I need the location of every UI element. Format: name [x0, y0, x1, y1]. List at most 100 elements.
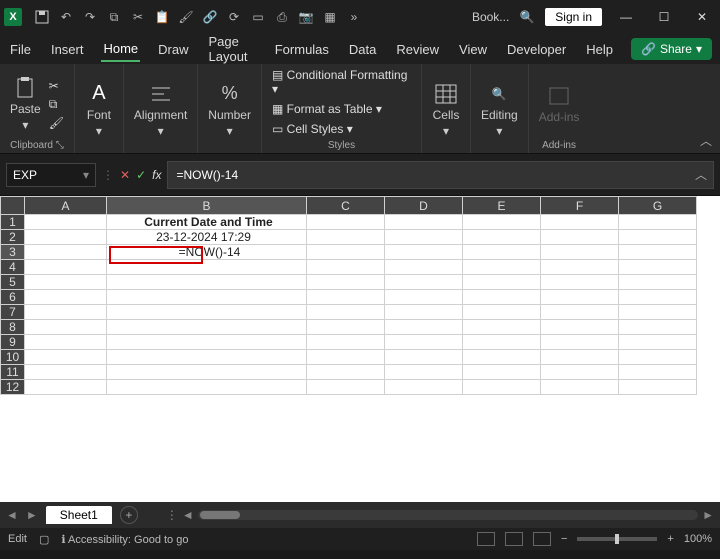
- cell[interactable]: [107, 350, 307, 365]
- col-header-f[interactable]: F: [541, 197, 619, 215]
- cell[interactable]: [385, 215, 463, 230]
- workbook-name[interactable]: Book...: [472, 10, 509, 24]
- cell[interactable]: [463, 260, 541, 275]
- collapse-ribbon-icon[interactable]: ︿: [700, 132, 712, 149]
- tab-draw[interactable]: Draw: [156, 38, 190, 61]
- alignment-button[interactable]: Alignment ▾: [134, 82, 187, 138]
- tab-home[interactable]: Home: [101, 37, 140, 62]
- chevron-down-icon[interactable]: ▾: [83, 168, 89, 182]
- refresh-icon[interactable]: ⟳: [226, 9, 242, 25]
- cell[interactable]: [307, 275, 385, 290]
- cell[interactable]: [107, 335, 307, 350]
- cell[interactable]: [463, 245, 541, 260]
- cell[interactable]: [307, 320, 385, 335]
- cell[interactable]: [307, 260, 385, 275]
- cell[interactable]: [463, 365, 541, 380]
- maximize-button[interactable]: ☐: [650, 3, 678, 31]
- cell[interactable]: [107, 275, 307, 290]
- row-header-6[interactable]: 6: [1, 290, 25, 305]
- format-painter-icon[interactable]: 🖌: [178, 9, 194, 25]
- cell[interactable]: [25, 290, 107, 305]
- paste-button[interactable]: Paste ▾: [10, 76, 41, 132]
- search-icon[interactable]: 🔍: [519, 9, 535, 25]
- cell[interactable]: [25, 365, 107, 380]
- cell-b1[interactable]: Current Date and Time: [107, 215, 307, 230]
- undo-icon[interactable]: ↶: [58, 9, 74, 25]
- cell[interactable]: [463, 320, 541, 335]
- cell[interactable]: [619, 305, 697, 320]
- cells-button[interactable]: Cells ▾: [432, 82, 460, 138]
- name-box[interactable]: EXP ▾: [6, 163, 96, 187]
- cell[interactable]: [619, 260, 697, 275]
- cancel-formula-icon[interactable]: ✕: [120, 168, 130, 182]
- cell[interactable]: [463, 335, 541, 350]
- cell[interactable]: [385, 245, 463, 260]
- cell-styles-button[interactable]: ▭ Cell Styles ▾: [272, 122, 353, 136]
- cell[interactable]: [463, 230, 541, 245]
- col-header-a[interactable]: A: [25, 197, 107, 215]
- col-header-b[interactable]: B: [107, 197, 307, 215]
- save-icon[interactable]: [34, 9, 50, 25]
- cell[interactable]: [619, 335, 697, 350]
- sheet-area[interactable]: A B C D E F G 1Current Date and Time 223…: [0, 196, 720, 502]
- row-header-9[interactable]: 9: [1, 335, 25, 350]
- cell[interactable]: [385, 260, 463, 275]
- row-header-1[interactable]: 1: [1, 215, 25, 230]
- row-header-3[interactable]: 3: [1, 245, 25, 260]
- cell[interactable]: [463, 290, 541, 305]
- tab-developer[interactable]: Developer: [505, 38, 568, 61]
- cell[interactable]: [619, 275, 697, 290]
- cell[interactable]: [541, 230, 619, 245]
- row-header-2[interactable]: 2: [1, 230, 25, 245]
- row-header-8[interactable]: 8: [1, 320, 25, 335]
- cell[interactable]: [385, 380, 463, 395]
- tab-help[interactable]: Help: [584, 38, 615, 61]
- cell[interactable]: [385, 305, 463, 320]
- cell[interactable]: [463, 215, 541, 230]
- cell[interactable]: [463, 275, 541, 290]
- cell[interactable]: [619, 290, 697, 305]
- cell[interactable]: [25, 260, 107, 275]
- cell[interactable]: [307, 290, 385, 305]
- cell[interactable]: [107, 305, 307, 320]
- cell[interactable]: [541, 350, 619, 365]
- conditional-formatting-button[interactable]: ▤ Conditional Formatting ▾: [272, 68, 411, 96]
- col-header-d[interactable]: D: [385, 197, 463, 215]
- add-sheet-button[interactable]: +: [120, 506, 138, 524]
- editing-button[interactable]: 🔍 Editing ▾: [481, 82, 518, 138]
- zoom-in-button[interactable]: +: [667, 533, 673, 545]
- cell[interactable]: [307, 215, 385, 230]
- cell[interactable]: [541, 380, 619, 395]
- cut-icon[interactable]: ✂: [130, 9, 146, 25]
- page-layout-view-button[interactable]: [505, 532, 523, 546]
- prev-sheet-icon[interactable]: ◄: [6, 508, 18, 522]
- print-icon[interactable]: ⎙: [274, 9, 290, 25]
- format-painter-small-icon[interactable]: 🖌: [49, 116, 64, 130]
- cell[interactable]: [107, 365, 307, 380]
- cell-b2[interactable]: 23-12-2024 17:29: [107, 230, 307, 245]
- new-icon[interactable]: ▭: [250, 9, 266, 25]
- enter-formula-icon[interactable]: ✓: [136, 168, 146, 182]
- share-button[interactable]: 🔗 Share ▾: [631, 38, 712, 60]
- tab-view[interactable]: View: [457, 38, 489, 61]
- cell[interactable]: [25, 380, 107, 395]
- number-button[interactable]: % Number ▾: [208, 82, 251, 138]
- row-header-11[interactable]: 11: [1, 365, 25, 380]
- cell[interactable]: [619, 365, 697, 380]
- cell[interactable]: [541, 245, 619, 260]
- cell[interactable]: [307, 350, 385, 365]
- row-header-7[interactable]: 7: [1, 305, 25, 320]
- page-break-view-button[interactable]: [533, 532, 551, 546]
- macro-record-icon[interactable]: ▢: [39, 533, 49, 546]
- scroll-right-icon[interactable]: ►: [702, 508, 714, 522]
- normal-view-button[interactable]: [477, 532, 495, 546]
- table-icon[interactable]: ▦: [322, 9, 338, 25]
- sign-in-button[interactable]: Sign in: [545, 8, 602, 26]
- cell[interactable]: [619, 320, 697, 335]
- scroll-thumb[interactable]: [200, 511, 240, 519]
- cell[interactable]: [541, 275, 619, 290]
- camera-icon[interactable]: 📷: [298, 9, 314, 25]
- cell[interactable]: [385, 350, 463, 365]
- cell[interactable]: [25, 230, 107, 245]
- cell[interactable]: [619, 245, 697, 260]
